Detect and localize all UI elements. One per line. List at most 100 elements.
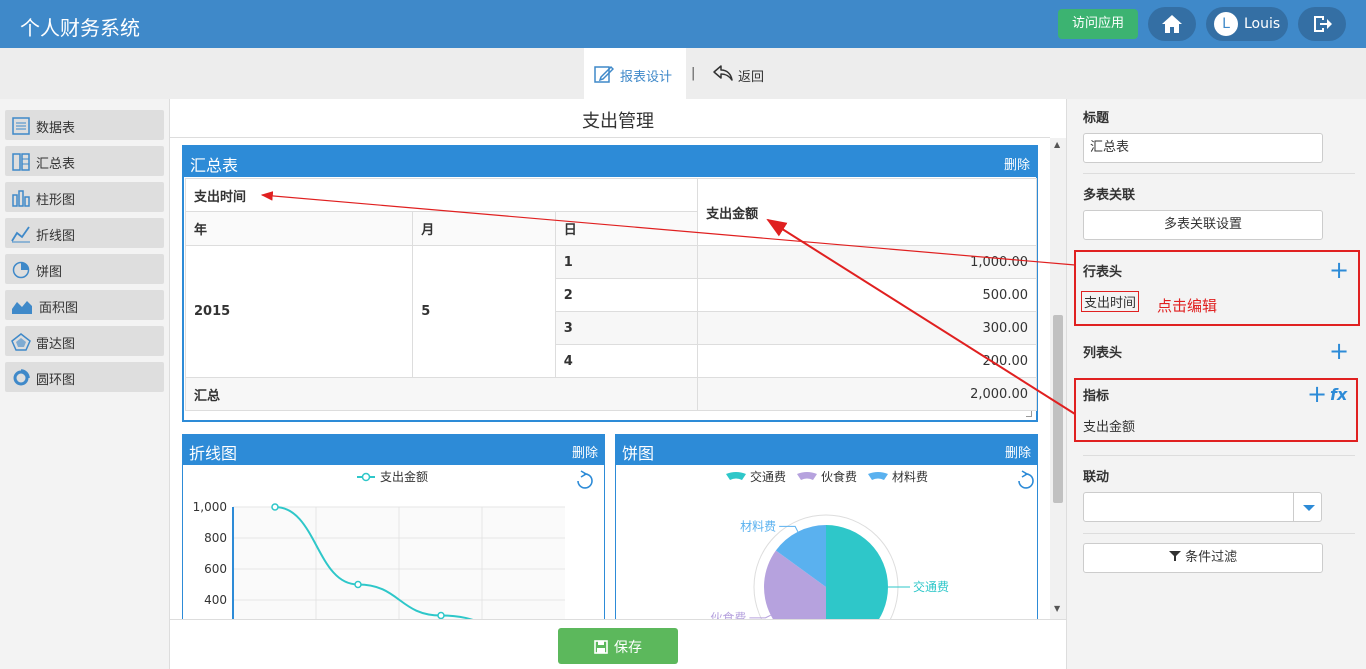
refresh-icon[interactable]	[577, 470, 593, 489]
col-year-header: 年	[184, 211, 414, 246]
line-widget-header: 折线图 删除	[183, 435, 604, 465]
tab-report-design[interactable]: 报表设计	[584, 48, 686, 99]
data-point	[437, 611, 445, 619]
sidebar-item-data-table[interactable]: 数据表	[5, 110, 164, 140]
scroll-up-arrow[interactable]: ▲	[1054, 140, 1060, 149]
amount-cell: 300.00	[697, 311, 1037, 345]
user-name: Louis	[1244, 16, 1281, 32]
filter-label: 条件过滤	[1185, 550, 1238, 565]
line-chart-icon	[11, 226, 30, 243]
canvas-scrollbar[interactable]: ▲ ▼	[1050, 138, 1066, 619]
amount-cell: 500.00	[697, 278, 1037, 312]
scroll-down-arrow[interactable]: ▼	[1054, 604, 1060, 613]
divider	[1083, 533, 1355, 534]
line-chart: 支出金额 1,000 800 600 400	[193, 469, 593, 619]
report-canvas-area: 支出管理 汇总表 删除 支出时间 支出金额 年 月 日 2015 5 1 1,0…	[170, 99, 1066, 669]
delete-button[interactable]: 删除	[1005, 442, 1031, 461]
sidebar-item-label: 折线图	[36, 229, 76, 244]
pivot-widget[interactable]: 汇总表 删除 支出时间 支出金额 年 月 日 2015 5 1 1,000.00	[182, 145, 1038, 422]
sidebar-item-bar-chart[interactable]: 柱形图	[5, 182, 164, 212]
pie-widget-title: 饼图	[622, 444, 655, 463]
logout-icon	[1314, 16, 1332, 32]
sidebar-item-pie-chart[interactable]: 饼图	[5, 254, 164, 284]
delete-button[interactable]: 删除	[1004, 154, 1030, 173]
legend-label: 交通费	[750, 469, 786, 484]
col-header-label: 列表头	[1083, 346, 1123, 361]
save-label: 保存	[614, 640, 642, 656]
month-cell: 5	[412, 245, 556, 378]
add-row-header-icon[interactable]: +	[1329, 258, 1349, 282]
back-button[interactable]: 返回	[712, 62, 772, 86]
home-button[interactable]	[1148, 7, 1196, 41]
pie-widget-header: 饼图 删除	[616, 435, 1037, 465]
donut-chart-icon	[13, 369, 30, 386]
title-label: 标题	[1083, 111, 1110, 126]
legend-swatch	[797, 472, 817, 480]
visit-app-button[interactable]: 访问应用	[1058, 9, 1138, 39]
divider	[1083, 173, 1355, 174]
filter-icon	[1168, 551, 1181, 561]
data-point	[271, 503, 279, 511]
pivot-widget-header: 汇总表 删除	[184, 147, 1036, 177]
sidebar-item-radar-chart[interactable]: 雷达图	[5, 326, 164, 356]
total-amount-cell: 2,000.00	[697, 377, 1037, 411]
chevron-down-icon[interactable]	[1293, 493, 1322, 521]
filter-button[interactable]: 条件过滤	[1083, 543, 1323, 573]
pie-slice	[826, 525, 888, 619]
pie-chart-icon	[12, 261, 30, 279]
summary-table-icon	[12, 153, 30, 171]
page-title: 支出管理	[582, 111, 654, 132]
measure-header-cell[interactable]: 支出金额	[697, 178, 1037, 246]
pie-chart-widget[interactable]: 饼图 删除 交通费 伙食费 材料费 交通费 伙食费 材料费	[615, 434, 1038, 619]
title-input[interactable]: 汇总表	[1083, 133, 1323, 163]
row-header-group-cell[interactable]: 支出时间	[184, 178, 699, 212]
divider	[1083, 455, 1355, 456]
row-header-chip[interactable]: 支出时间	[1081, 291, 1140, 312]
bottom-bar: 保存	[170, 619, 1066, 669]
multi-join-label: 多表关联	[1083, 188, 1136, 203]
y-tick-label: 1,000	[193, 500, 227, 514]
avatar: L	[1214, 12, 1238, 36]
slice-leader-line	[779, 525, 799, 532]
pie-chart: 交通费 伙食费 材料费 交通费伙食费材料费	[710, 469, 1034, 619]
col-day-header: 日	[554, 211, 699, 246]
formula-icon[interactable]: fx	[1330, 385, 1347, 404]
save-icon	[594, 640, 608, 654]
save-button[interactable]: 保存	[558, 628, 678, 664]
sidebar-item-label: 面积图	[39, 301, 79, 316]
slice-label: 伙食费	[710, 610, 746, 619]
measure-chip[interactable]: 支出金额	[1083, 416, 1135, 435]
user-menu[interactable]: L Louis	[1206, 7, 1288, 41]
legend-swatch	[868, 472, 888, 480]
logout-button[interactable]	[1298, 7, 1346, 41]
delete-button[interactable]: 删除	[572, 442, 598, 461]
scroll-thumb[interactable]	[1053, 315, 1063, 503]
add-measure-icon[interactable]: +	[1307, 382, 1327, 406]
edit-icon	[594, 65, 614, 83]
add-col-header-icon[interactable]: +	[1329, 339, 1349, 363]
resize-handle[interactable]	[1026, 411, 1032, 417]
col-month-header: 月	[412, 211, 556, 246]
y-tick-label: 400	[204, 593, 227, 607]
link-label: 联动	[1083, 470, 1110, 485]
line-chart-widget[interactable]: 折线图 删除 支出金额 1,000 800 600 400	[182, 434, 605, 619]
toolbar: 报表设计 | 返回	[0, 48, 1366, 99]
data-point	[354, 580, 362, 589]
legend-line-series: 支出金额	[357, 469, 428, 484]
sidebar-item-label: 柱形图	[36, 193, 76, 208]
legend-label: 伙食费	[821, 469, 857, 484]
day-cell: 2	[554, 278, 699, 312]
day-cell: 1	[554, 245, 699, 279]
home-icon	[1162, 15, 1182, 33]
year-cell: 2015	[184, 245, 414, 378]
row-header-label: 行表头	[1083, 265, 1123, 280]
sidebar-item-area-chart[interactable]: 面积图	[5, 290, 164, 320]
sidebar-item-summary-table[interactable]: 汇总表	[5, 146, 164, 176]
report-canvas: 汇总表 删除 支出时间 支出金额 年 月 日 2015 5 1 1,000.00	[170, 138, 1050, 619]
sidebar-item-line-chart[interactable]: 折线图	[5, 218, 164, 248]
line-widget-title: 折线图	[189, 444, 238, 463]
multi-join-button[interactable]: 多表关联设置	[1083, 210, 1323, 240]
refresh-icon[interactable]	[1018, 470, 1034, 489]
link-select[interactable]	[1083, 492, 1322, 522]
sidebar-item-donut-chart[interactable]: 圆环图	[5, 362, 164, 392]
